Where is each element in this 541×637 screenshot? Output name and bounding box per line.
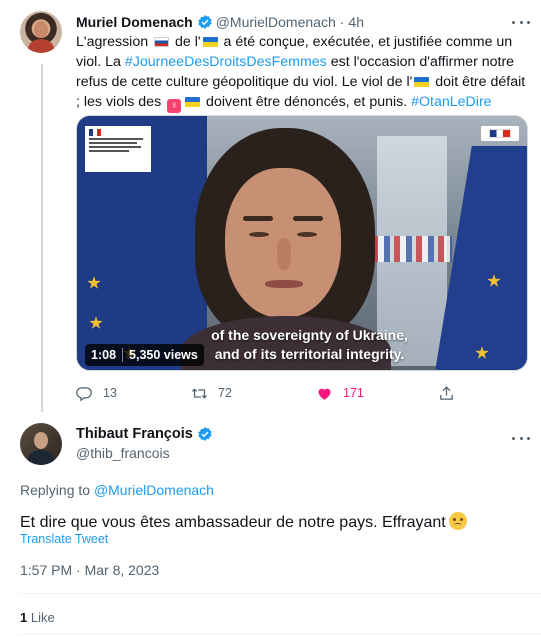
likes-label: Like (30, 610, 55, 625)
tweet-text-segment: Et dire que vous êtes ambassadeur de not… (20, 514, 446, 531)
share-icon (440, 385, 453, 400)
translate-tweet-link[interactable]: Translate Tweet (20, 532, 108, 546)
mention-link[interactable]: @MurielDomenach (94, 482, 214, 498)
tweet-header: Muriel Domenach @MurielDomenach · 4h (76, 12, 364, 32)
heart-icon (318, 388, 331, 400)
tweet-actions: 13 72 171 (76, 384, 456, 402)
retweet-count: 72 (218, 386, 232, 400)
avatar[interactable] (20, 11, 62, 53)
worried-face-emoji-icon (448, 512, 467, 530)
brow (243, 216, 273, 221)
tweet-text-segment: de l' (171, 34, 201, 50)
avatar-suit (28, 450, 54, 465)
likes-summary[interactable]: 1 Like (20, 610, 55, 625)
divider (20, 634, 541, 635)
ukraine-flag-icon (185, 97, 201, 107)
video-stats-badge: 1:08 5,350 views (85, 344, 204, 366)
tweet-time[interactable]: 4h (348, 14, 364, 30)
french-republic-logo (481, 126, 519, 141)
like-count: 171 (343, 386, 364, 400)
retweet-button[interactable]: 72 (191, 384, 232, 402)
brow (293, 216, 323, 221)
eye (297, 232, 317, 237)
replying-to: Replying to @MurielDomenach (20, 482, 214, 498)
reply-author: Thibaut François (76, 426, 216, 442)
eye (249, 232, 269, 237)
tweet-timestamp[interactable]: 1:57 PM · Mar 8, 2023 (20, 562, 159, 578)
more-options-icon[interactable] (510, 430, 532, 446)
video-views: 5,350 views (129, 348, 198, 362)
separator-dot: · (339, 14, 345, 30)
russia-flag-icon (154, 37, 170, 47)
tweet-text: L'agression de l' a été conçue, exécutée… (76, 32, 528, 113)
nose (277, 238, 291, 270)
avatar[interactable] (20, 423, 62, 465)
more-options-icon[interactable] (510, 14, 532, 30)
tweet-text: Et dire que vous êtes ambassadeur de not… (20, 512, 467, 532)
verified-badge-icon (198, 427, 212, 441)
handle[interactable]: @MurielDomenach (216, 14, 336, 30)
tweet-text-segment: doivent être dénoncés, et punis. (202, 94, 412, 110)
hashtag-link[interactable]: #OtanLeDire (411, 94, 491, 110)
divider (20, 593, 541, 594)
avatar-shirt (28, 39, 54, 53)
subtitle-line: of the sovereignty of Ukraine, (211, 327, 408, 343)
video-subtitle: of the sovereignty of Ukraine, and of it… (197, 326, 422, 364)
ukraine-flag-icon (202, 37, 218, 47)
reply-button[interactable]: 13 (76, 384, 117, 402)
share-button[interactable] (438, 384, 465, 402)
verified-badge-icon (198, 15, 212, 29)
video-flags-row (372, 236, 452, 262)
avatar-face (34, 432, 48, 449)
like-button[interactable]: 171 (316, 384, 364, 402)
display-name[interactable]: Thibaut François (76, 426, 193, 442)
likes-count: 1 (20, 610, 28, 625)
handle[interactable]: @thib_francois (76, 445, 170, 461)
avatar-face (34, 21, 48, 38)
subtitle-line: and of its territorial integrity. (214, 346, 405, 362)
ukraine-flag-icon (414, 77, 430, 87)
hashtag-link[interactable]: #JourneeDesDroitsDesFemmes (125, 54, 327, 70)
video-duration: 1:08 (91, 348, 117, 362)
replying-to-label: Replying to (20, 482, 91, 498)
woman-sign-icon: ♀ (167, 99, 182, 113)
reply-count: 13 (103, 386, 117, 400)
thread-connector (41, 64, 43, 412)
tweet-text-segment: L'agression (76, 34, 153, 50)
reply-icon (76, 386, 92, 402)
mission-logo (85, 126, 151, 172)
display-name[interactable]: Muriel Domenach (76, 14, 193, 30)
video-player[interactable]: of the sovereignty of Ukraine, and of it… (76, 115, 528, 371)
retweet-icon (191, 387, 208, 399)
mouth (265, 280, 303, 288)
